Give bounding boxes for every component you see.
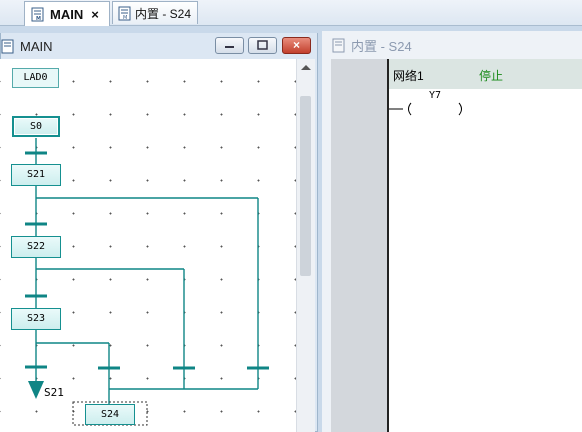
document-tab-bar: M MAIN × M 内置 - S24	[0, 0, 582, 26]
jump-target-label: S21	[44, 386, 64, 399]
restore-button[interactable]	[248, 37, 277, 54]
svg-text:M: M	[123, 15, 127, 21]
ladder-window-title: 内置 - S24	[351, 38, 412, 54]
minimize-icon	[225, 46, 234, 48]
network-label: 网络1	[393, 69, 424, 83]
plc-status: 停止	[479, 69, 504, 83]
sfc-step-s22[interactable]: S22	[11, 236, 61, 258]
jump-arrow-icon	[28, 381, 44, 399]
document-icon	[1, 39, 14, 53]
tab-main[interactable]: M MAIN ×	[24, 1, 110, 26]
sfc-step-s21[interactable]: S21	[11, 164, 61, 186]
sfc-header-label[interactable]: LAD0	[12, 68, 59, 88]
tab-s24-label: 内置 - S24	[135, 6, 192, 21]
close-button[interactable]: ×	[282, 37, 311, 54]
network-header: 网络1 停止	[389, 59, 582, 89]
coil-label: Y7	[429, 90, 442, 101]
tab-main-label: MAIN	[50, 6, 84, 22]
document-icon	[332, 38, 345, 52]
ladder-editor[interactable]: 网络1 停止 Y7	[389, 59, 582, 432]
sfc-step-s23[interactable]: S23	[11, 308, 61, 330]
tab-s24[interactable]: M 内置 - S24	[112, 1, 198, 24]
minimize-button[interactable]	[215, 37, 244, 54]
document-icon: M	[31, 7, 44, 22]
tab-close-icon[interactable]: ×	[91, 7, 99, 22]
scrollbar-thumb[interactable]	[300, 96, 311, 276]
sfc-step-s0[interactable]: S0	[12, 116, 60, 137]
svg-text:M: M	[36, 16, 41, 22]
scroll-up-icon[interactable]	[301, 65, 311, 70]
ladder-window: 内置 - S24 网络1 停止 Y7	[322, 31, 582, 432]
ladder-window-titlebar: 内置 - S24	[322, 31, 582, 59]
sfc-step-s24[interactable]: S24	[85, 404, 135, 425]
main-window-title: MAIN	[20, 38, 53, 54]
restore-icon	[257, 40, 268, 50]
vertical-scrollbar[interactable]	[296, 59, 315, 432]
document-icon: M	[118, 6, 131, 21]
coil-y7[interactable]	[389, 93, 509, 133]
ladder-left-gutter	[331, 59, 389, 432]
